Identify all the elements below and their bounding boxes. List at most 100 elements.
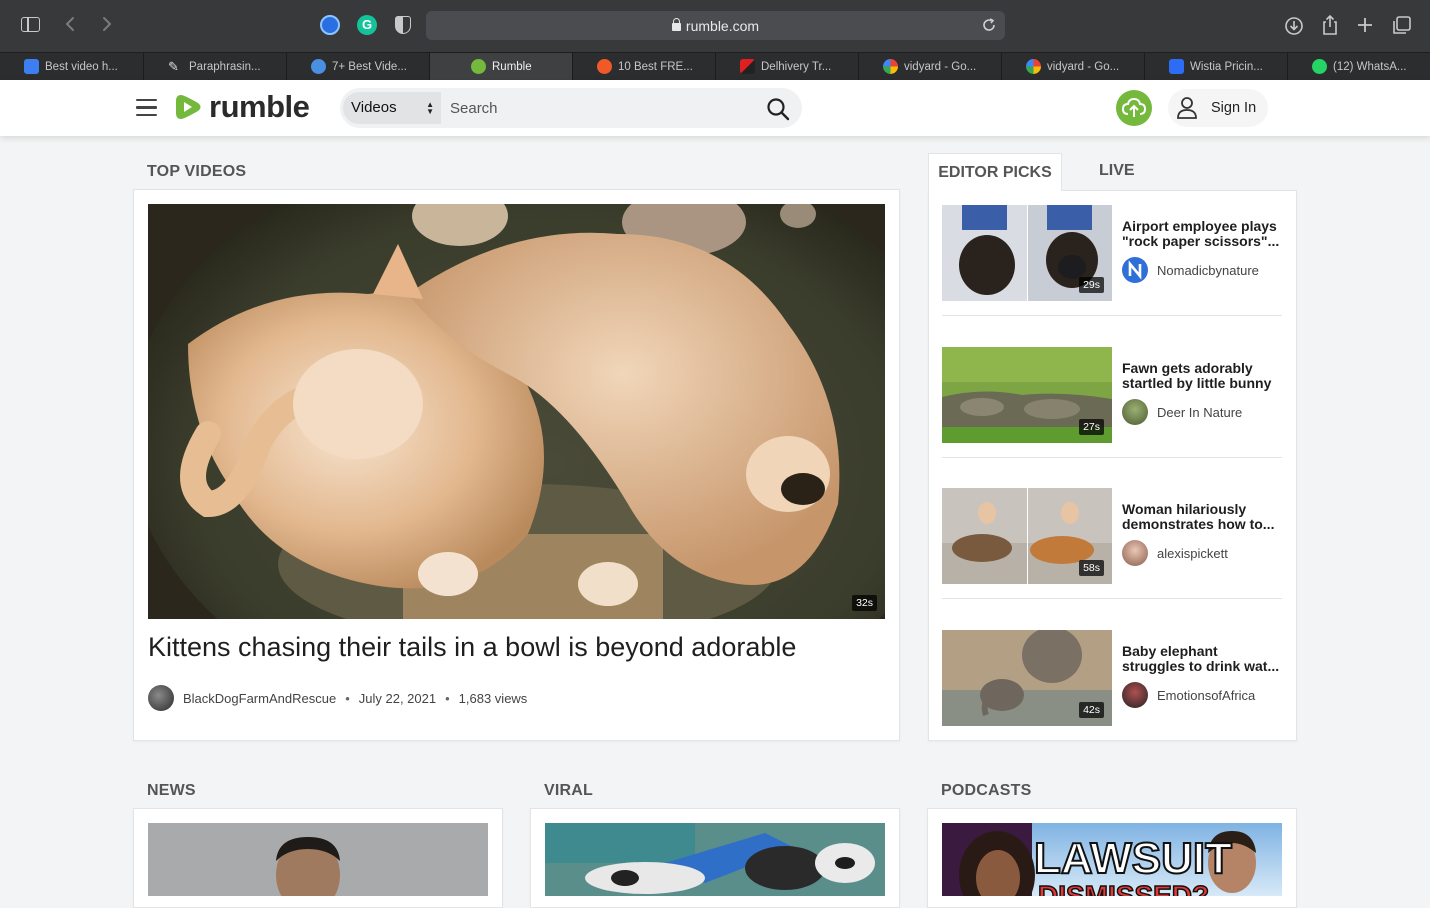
logo-text: rumble — [209, 89, 310, 124]
search-input[interactable] — [450, 92, 750, 124]
forward-arrow-icon[interactable] — [95, 13, 117, 35]
pick-title[interactable]: Baby elephant struggles to drink wat... — [1122, 644, 1282, 674]
divider — [942, 598, 1282, 599]
pick-thumbnail[interactable]: 27s — [942, 347, 1112, 443]
divider — [942, 457, 1282, 458]
orange-icon — [597, 59, 612, 74]
viral-heading: VIRAL — [544, 782, 593, 799]
new-tab-icon[interactable] — [1356, 16, 1374, 34]
google-icon — [1026, 59, 1041, 74]
google-icon — [883, 59, 898, 74]
podcasts-heading: PODCASTS — [941, 782, 1032, 799]
docs-icon — [24, 59, 39, 74]
sign-in-button[interactable]: Sign In — [1168, 89, 1268, 127]
news-thumbnail[interactable] — [148, 823, 488, 896]
extension-blue-icon[interactable] — [320, 15, 340, 35]
reload-icon[interactable] — [981, 17, 997, 33]
url-text: rumble.com — [685, 18, 760, 34]
browser-tab[interactable]: 7+ Best Vide... — [287, 53, 430, 81]
browser-tab[interactable]: Wistia Pricin... — [1145, 53, 1288, 81]
menu-icon[interactable] — [136, 99, 157, 117]
search-scope-select[interactable]: Videos ▲ ▼ — [343, 92, 441, 124]
browser-tab[interactable]: Best video h... — [0, 53, 144, 81]
editor-pick-item[interactable]: 58s Woman hilariously demonstrates how to… — [942, 488, 1282, 584]
tab-overview-icon[interactable] — [1392, 15, 1412, 35]
download-icon[interactable] — [1284, 16, 1304, 36]
channel-avatar — [1122, 399, 1148, 425]
featured-video-meta: BlackDogFarmAndRescue • July 22, 2021 • … — [148, 685, 527, 711]
delhivery-icon — [740, 59, 755, 74]
pick-title[interactable]: Airport employee plays "rock paper scisso… — [1122, 219, 1282, 249]
wistia-icon — [1169, 59, 1184, 74]
browser-toolbar: rumble.com — [0, 0, 1430, 52]
news-image — [148, 823, 488, 896]
browser-tab-active[interactable]: Rumble — [430, 53, 573, 81]
select-arrows-icon: ▲ ▼ — [426, 100, 434, 116]
grammarly-extension-icon[interactable] — [357, 15, 377, 35]
dogs-pool-image — [545, 823, 885, 896]
divider — [942, 315, 1282, 316]
back-arrow-icon[interactable] — [60, 13, 82, 35]
browser-tab[interactable]: vidyard - Go... — [1002, 53, 1145, 81]
lock-icon — [671, 18, 681, 31]
podcast-thumb-subtitle: DISMISSED? — [1038, 880, 1209, 896]
pick-thumbnail[interactable]: 42s — [942, 630, 1112, 726]
tab-bar: Best video h... ✎ Paraphrasin... 7+ Best … — [0, 52, 1430, 81]
tab-editor-picks[interactable]: EDITOR PICKS — [928, 153, 1062, 191]
podcast-image: LAWSUIT DISMISSED? — [942, 823, 1282, 896]
browser-tab[interactable]: Delhivery Tr... — [716, 53, 859, 81]
sidebar-toggle-icon[interactable] — [21, 17, 40, 32]
shield-extension-icon[interactable] — [395, 16, 411, 34]
c-icon — [311, 59, 326, 74]
duration-badge: 32s — [852, 595, 877, 611]
podcast-thumbnail[interactable]: LAWSUIT DISMISSED? — [942, 823, 1282, 896]
top-videos-heading: TOP VIDEOS — [147, 163, 247, 180]
user-icon — [1177, 97, 1197, 119]
pick-title[interactable]: Woman hilariously demonstrates how to... — [1122, 502, 1282, 532]
featured-video-title[interactable]: Kittens chasing their tails in a bowl is… — [148, 632, 796, 663]
channel-name[interactable]: BlackDogFarmAndRescue — [183, 691, 336, 706]
news-heading: NEWS — [147, 782, 196, 799]
rumble-icon — [471, 59, 486, 74]
upload-button[interactable] — [1116, 90, 1152, 126]
whatsapp-icon — [1312, 59, 1327, 74]
browser-tab[interactable]: ✎ Paraphrasin... — [144, 53, 287, 81]
view-count: 1,683 views — [458, 690, 528, 706]
address-bar[interactable]: rumble.com — [426, 11, 1005, 40]
pick-title[interactable]: Fawn gets adorably startled by little bun… — [1122, 361, 1282, 391]
channel-avatar — [1122, 540, 1148, 566]
rumble-logo[interactable]: rumble — [172, 89, 310, 125]
separator-dot: • — [345, 690, 350, 706]
pick-channel[interactable]: alexispickett — [1122, 540, 1228, 566]
browser-tab[interactable]: (12) WhatsA... — [1288, 53, 1430, 81]
duration-badge: 58s — [1079, 560, 1104, 576]
channel-avatar — [1122, 257, 1148, 283]
tab-live[interactable]: LIVE — [1099, 162, 1135, 180]
featured-video-thumbnail[interactable]: 32s — [148, 204, 885, 619]
browser-tab[interactable]: vidyard - Go... — [859, 53, 1002, 81]
pick-channel[interactable]: Nomadicbynature — [1122, 257, 1259, 283]
viral-thumbnail[interactable] — [545, 823, 885, 896]
search-bar: Videos ▲ ▼ — [340, 88, 802, 128]
duration-badge: 29s — [1079, 277, 1104, 293]
pick-channel[interactable]: EmotionsofAfrica — [1122, 682, 1255, 708]
channel-avatar — [1122, 682, 1148, 708]
rumble-play-icon — [176, 95, 201, 119]
site-header: rumble Videos ▲▼ Sign In — [0, 80, 1430, 136]
pick-channel[interactable]: Deer In Nature — [1122, 399, 1242, 425]
pick-thumbnail[interactable]: 58s — [942, 488, 1112, 584]
kittens-image — [148, 204, 885, 619]
channel-avatar[interactable] — [148, 685, 174, 711]
duration-badge: 42s — [1079, 702, 1104, 718]
podcast-thumb-title: LAWSUIT — [1034, 834, 1232, 883]
pick-thumbnail[interactable]: 29s — [942, 205, 1112, 301]
upload-date: July 22, 2021 — [358, 690, 437, 706]
separator-dot: • — [445, 690, 450, 706]
upload-icon — [1121, 97, 1147, 117]
browser-tab[interactable]: 10 Best FRE... — [573, 53, 716, 81]
editor-pick-item[interactable]: 27s Fawn gets adorably startled by little… — [942, 347, 1282, 443]
search-icon[interactable] — [766, 97, 790, 121]
editor-pick-item[interactable]: 29s Airport employee plays "rock paper sc… — [942, 205, 1282, 301]
share-icon[interactable] — [1321, 14, 1339, 36]
editor-pick-item[interactable]: 42s Baby elephant struggles to drink wat.… — [942, 630, 1282, 726]
